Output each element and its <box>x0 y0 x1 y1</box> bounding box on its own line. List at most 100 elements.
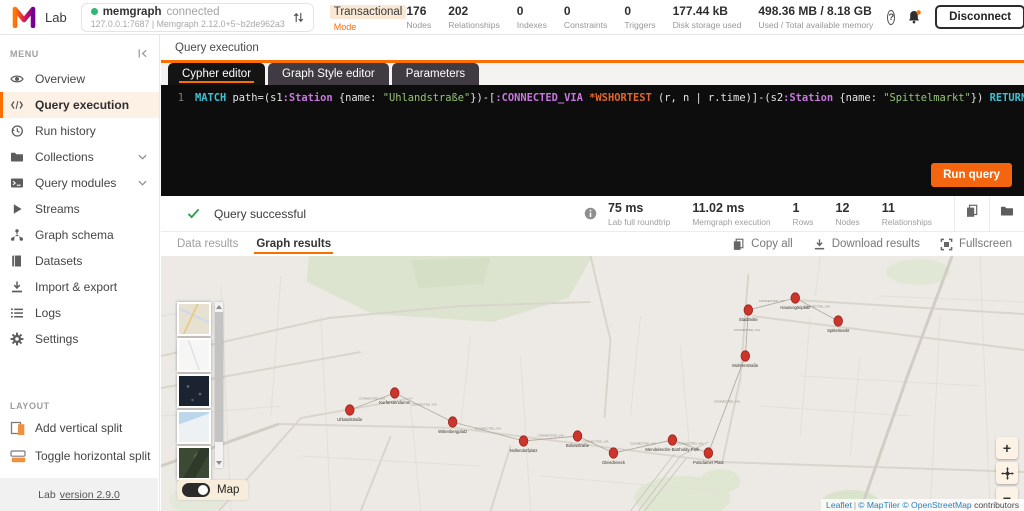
stat-indexes: 0 Indexes <box>517 4 547 30</box>
connection-selector[interactable]: memgraph connected 127.0.0.1:7687 | Memg… <box>81 3 314 32</box>
sidebar-item-import-export[interactable]: Import & export <box>0 274 159 300</box>
map-layer-thumbnail[interactable] <box>177 374 211 408</box>
graph-node-gleisdreieck[interactable] <box>609 448 618 458</box>
results-action-download-results[interactable]: Download results <box>813 238 920 251</box>
map-layer-thumbnail[interactable] <box>177 338 211 372</box>
copy-icon <box>732 238 745 251</box>
sidebar-item-streams[interactable]: Streams <box>0 196 159 222</box>
sidebar-item-overview[interactable]: Overview <box>0 66 159 92</box>
metric-value: 12 <box>836 201 860 215</box>
results-action-copy-all[interactable]: Copy all <box>732 238 793 251</box>
eye-icon <box>10 72 27 86</box>
graph-edge[interactable] <box>395 393 453 422</box>
graph-node-label: Stadtmitte <box>739 317 759 322</box>
sidebar-item-label: Logs <box>35 306 61 320</box>
map-layer-thumbnail[interactable] <box>177 302 211 336</box>
scroll-down-arrow-icon[interactable] <box>216 461 222 465</box>
sidebar-item-datasets[interactable]: Datasets <box>0 248 159 274</box>
download-icon <box>813 238 826 251</box>
graph-node-hausvogteiplatz[interactable] <box>791 293 800 303</box>
database-stats: 176 Nodes 202 Relationships 0 Indexes 0 … <box>406 4 873 30</box>
graph-results-map[interactable]: CONNECTED_VIACONNECTED_VIACONNECTED_VIAC… <box>161 256 1024 511</box>
stat-label: Used / Total available memory <box>758 20 873 30</box>
sidebar-item-graph-schema[interactable]: Graph schema <box>0 222 159 248</box>
stat-used-total-available-memory: 498.36 MB / 8.18 GB Used / Total availab… <box>758 4 873 30</box>
version-link[interactable]: version 2.9.0 <box>60 489 120 501</box>
mode-label: Mode <box>334 22 407 32</box>
results-action-fullscreen[interactable]: Fullscreen <box>940 238 1012 251</box>
metric-label: Relationships <box>882 217 932 227</box>
graph-node-spittelmarkt[interactable] <box>834 316 843 326</box>
leaflet-link[interactable]: Leaflet <box>826 500 852 510</box>
sidebar-item-settings[interactable]: Settings <box>0 326 159 352</box>
metric-value: 11.02 ms <box>692 201 770 215</box>
metric-memgraph-execution: 11.02 ms Memgraph execution <box>692 201 770 227</box>
metric-lab-full-roundtrip: 75 ms Lab full roundtrip <box>608 201 670 227</box>
copy-query-icon[interactable] <box>954 196 989 231</box>
scrollbar-thumb[interactable] <box>215 312 223 442</box>
graph-edge[interactable] <box>708 356 745 453</box>
graph-node-stadtmitte[interactable] <box>744 305 753 315</box>
graph-node-mohrenstra-e[interactable] <box>741 351 750 361</box>
graph-edge-label: CONNECTED_VIA <box>475 426 502 430</box>
graph-edge-label: CONNECTED_VIA <box>411 402 438 406</box>
disconnect-button[interactable]: Disconnect <box>935 5 1024 29</box>
editor-tab-cypher-editor[interactable]: Cypher editor <box>168 63 265 85</box>
notifications-bell-icon[interactable] <box>906 9 922 25</box>
map-toggle[interactable]: Map <box>177 480 248 500</box>
layer-scrollbar[interactable] <box>215 302 223 468</box>
code-token: :CONNECTED_VIA <box>495 92 583 104</box>
info-icon[interactable] <box>584 207 597 220</box>
graph-node-nollendorfplatz[interactable] <box>519 436 528 446</box>
stat-value: 176 <box>406 4 431 18</box>
top-bar: Lab memgraph connected 127.0.0.1:7687 | … <box>0 0 1024 35</box>
transaction-mode[interactable]: Transactional Mode <box>330 2 407 32</box>
sidebar-item-query-modules[interactable]: Query modules <box>0 170 159 196</box>
graph-node-uhlandstra-e[interactable] <box>345 405 354 415</box>
scroll-up-arrow-icon[interactable] <box>216 305 222 309</box>
zoom-in-button[interactable]: + <box>996 437 1018 459</box>
code-icon <box>10 98 27 112</box>
results-tab-graph-results[interactable]: Graph results <box>254 232 333 256</box>
cypher-editor[interactable]: 1 MATCH path=(s1:Station {name: "Uhlands… <box>161 85 1024 196</box>
sidebar-item-collections[interactable]: Collections <box>0 144 159 170</box>
switch-connection-icon[interactable] <box>293 11 304 24</box>
version-footer: Lab version 2.9.0 <box>0 478 158 511</box>
sidebar-item-run-history[interactable]: Run history <box>0 118 159 144</box>
graph-node-potsdamer-platz[interactable] <box>704 448 713 458</box>
metric-rows: 1 Rows <box>793 201 814 227</box>
results-action-label: Download results <box>832 238 920 250</box>
sidebar-item-label: Graph schema <box>35 228 114 242</box>
maptiler-link[interactable]: © MapTiler <box>858 500 900 510</box>
map-attribution: Leaflet|© MapTiler © OpenStreetMap contr… <box>821 499 1024 511</box>
graph-node-kurf-rstendamm[interactable] <box>390 388 399 398</box>
save-to-collection-icon[interactable] <box>989 196 1024 231</box>
chevron-down-icon <box>138 180 147 186</box>
sidebar-item-logs[interactable]: Logs <box>0 300 159 326</box>
layout-item-add-vertical-split[interactable]: Add vertical split <box>0 414 159 442</box>
map-toggle-switch[interactable] <box>182 483 210 497</box>
recenter-button[interactable] <box>996 462 1018 484</box>
stat-value: 177.44 kB <box>673 4 742 18</box>
collapse-sidebar-icon[interactable] <box>136 47 149 60</box>
map-layer-thumbnail[interactable] <box>177 446 211 480</box>
query-metrics: 75 ms Lab full roundtrip 11.02 ms Memgra… <box>584 196 1024 231</box>
graph-node-wittenbergplatz[interactable] <box>448 417 457 427</box>
code-token: :Station <box>783 92 833 104</box>
code-token: "Uhlandstraße" <box>383 92 471 104</box>
sidebar-item-query-execution[interactable]: Query execution <box>0 92 159 118</box>
code-token: :Station <box>283 92 333 104</box>
osm-link[interactable]: © OpenStreetMap <box>902 500 971 510</box>
layout-item-toggle-horizontal-split[interactable]: Toggle horizontal split <box>0 442 159 470</box>
results-tab-data-results[interactable]: Data results <box>175 232 240 256</box>
stat-nodes: 176 Nodes <box>406 4 431 30</box>
stat-label: Triggers <box>624 20 655 30</box>
results-action-label: Copy all <box>751 238 793 250</box>
run-query-button[interactable]: Run query <box>931 163 1012 187</box>
map-layer-thumbnail[interactable] <box>177 410 211 444</box>
help-icon[interactable]: ? <box>887 10 895 25</box>
graph-node-b-lowstra-e[interactable] <box>573 431 582 441</box>
editor-tab-graph-style-editor[interactable]: Graph Style editor <box>268 63 389 85</box>
editor-tab-parameters[interactable]: Parameters <box>392 63 479 85</box>
graph-node-mendelssohn-bartholdy-park[interactable] <box>668 435 677 445</box>
